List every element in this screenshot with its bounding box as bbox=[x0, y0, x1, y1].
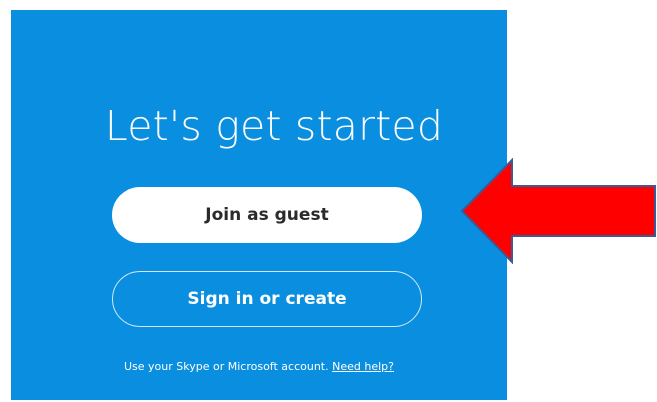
sign-in-or-create-label: Sign in or create bbox=[187, 289, 347, 309]
join-as-guest-button[interactable]: Join as guest bbox=[112, 187, 422, 243]
account-footer: Use your Skype or Microsoft account. Nee… bbox=[11, 360, 507, 373]
left-arrow-shape bbox=[460, 158, 656, 264]
sign-in-or-create-button[interactable]: Sign in or create bbox=[112, 271, 422, 327]
need-help-link[interactable]: Need help? bbox=[332, 360, 394, 373]
page-title: Let's get started bbox=[104, 102, 444, 150]
welcome-panel: Let's get started Join as guest Sign in … bbox=[11, 10, 507, 400]
left-arrow-icon bbox=[460, 158, 656, 264]
account-text: Use your Skype or Microsoft account. bbox=[124, 360, 329, 373]
join-as-guest-label: Join as guest bbox=[205, 205, 329, 225]
